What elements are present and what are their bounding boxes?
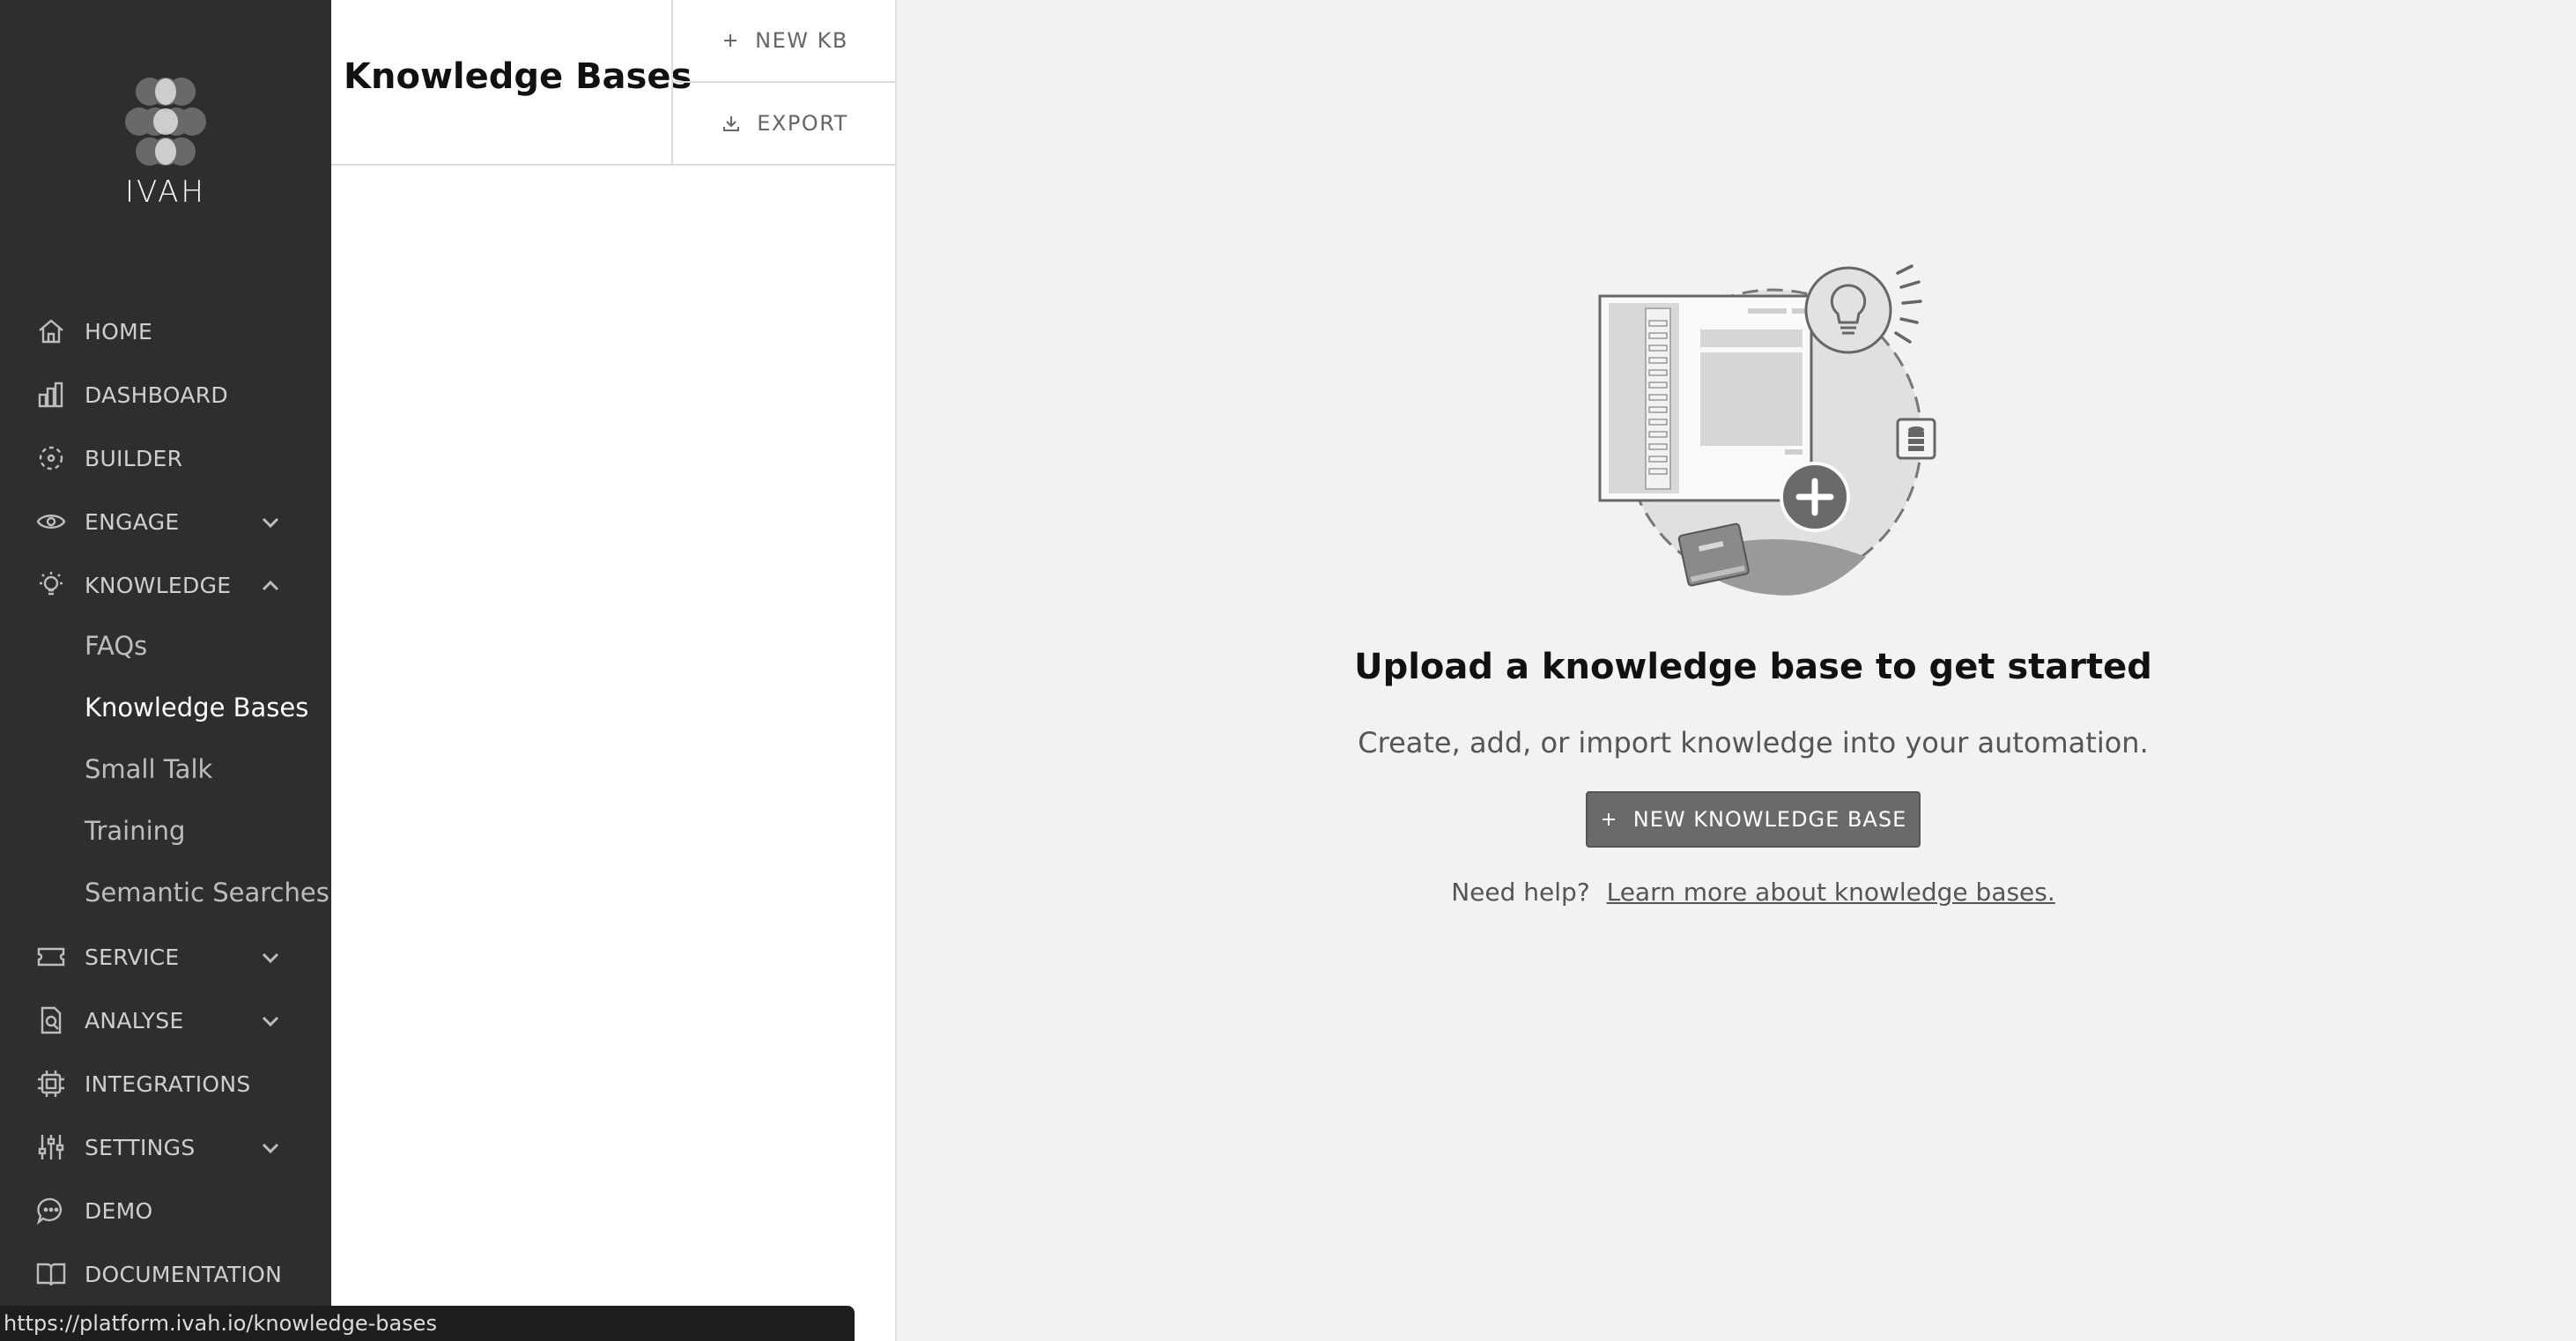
plus-icon (724, 34, 737, 47)
sidebar-item-settings[interactable]: SETTINGS (0, 1121, 331, 1174)
eye-icon (36, 515, 66, 529)
export-label: EXPORT (757, 111, 848, 136)
chip-icon (38, 1071, 64, 1097)
sidebar-subitem-faqs[interactable]: FAQs (85, 631, 147, 661)
new-knowledge-base-button[interactable]: NEW KNOWLEDGE BASE (1586, 791, 1921, 848)
sidebar-item-label: BUILDER (85, 445, 183, 471)
bar-chart-icon (38, 382, 63, 408)
sidebar-subitem-semantic-searches[interactable]: Semantic Searches (85, 878, 329, 908)
sidebar-item-label: KNOWLEDGE (85, 572, 232, 598)
lightbulb-icon (40, 572, 63, 596)
knowledge-base-illustration (1598, 264, 1936, 596)
builder-icon (39, 446, 63, 470)
sidebar-item-label: DASHBOARD (85, 382, 228, 408)
home-icon (39, 319, 63, 344)
ticket-icon (37, 947, 65, 967)
sidebar-item-label: SERVICE (85, 944, 180, 970)
empty-state: Upload a knowledge base to get started C… (897, 0, 2576, 1341)
sidebar-item-label: INTEGRATIONS (85, 1071, 251, 1097)
new-knowledge-base-label: NEW KNOWLEDGE BASE (1632, 807, 1907, 832)
sidebar-item-builder[interactable]: BUILDER (0, 432, 331, 485)
new-kb-button[interactable]: NEW KB (673, 0, 897, 81)
sidebar-item-documentation[interactable]: DOCUMENTATION (0, 1248, 331, 1300)
empty-state-subtitle: Create, add, or import knowledge into yo… (1358, 726, 2149, 759)
sidebar-item-engage[interactable]: ENGAGE (0, 495, 331, 548)
kb-list-panel: Knowledge Bases NEW KB EXPORT (331, 0, 897, 1341)
book-icon (36, 1263, 66, 1286)
sidebar-item-label: HOME (85, 318, 153, 345)
sidebar-item-label: ENGAGE (85, 508, 180, 535)
brand-logo[interactable]: IVAH (0, 70, 331, 220)
sidebar-item-dashboard[interactable]: DASHBOARD (0, 368, 331, 421)
sidebar-item-home[interactable]: HOME (0, 305, 331, 358)
chevron-down-icon (262, 952, 279, 964)
sidebar-item-label: SETTINGS (85, 1134, 196, 1160)
chat-icon (36, 1197, 63, 1226)
export-button[interactable]: EXPORT (673, 81, 897, 164)
sidebar-item-demo[interactable]: DEMO (0, 1184, 331, 1237)
browser-status-url: https://platform.ivah.io/knowledge-bases (0, 1306, 855, 1341)
sliders-icon (38, 1135, 64, 1159)
sidebar-item-label: DEMO (85, 1197, 153, 1224)
new-kb-label: NEW KB (755, 28, 848, 53)
help-prefix: Need help? (1451, 878, 1590, 907)
panel-header: Knowledge Bases NEW KB EXPORT (331, 0, 897, 166)
analyse-icon (41, 1006, 62, 1034)
chevron-down-icon (262, 517, 279, 529)
panel-actions: NEW KB EXPORT (671, 0, 897, 164)
learn-more-link[interactable]: Learn more about knowledge bases. (1607, 878, 2055, 907)
sidebar-subitem-training[interactable]: Training (85, 816, 185, 846)
download-icon (723, 116, 740, 131)
page-title: Knowledge Bases (344, 56, 692, 97)
sidebar-item-label: ANALYSE (85, 1007, 184, 1034)
sidebar-item-analyse[interactable]: ANALYSE (0, 994, 331, 1047)
sidebar-item-service[interactable]: SERVICE (0, 930, 331, 983)
sidebar-item-label: DOCUMENTATION (85, 1261, 283, 1287)
empty-state-title: Upload a knowledge base to get started (1354, 647, 2152, 687)
chevron-up-icon (262, 580, 279, 591)
sidebar-subitem-knowledge-bases[interactable]: Knowledge Bases (85, 693, 308, 722)
chevron-down-icon (262, 1016, 279, 1027)
sidebar-item-knowledge[interactable]: KNOWLEDGE (0, 559, 331, 611)
ivah-logo-icon (125, 78, 206, 166)
brand-name: IVAH (125, 174, 206, 210)
chevron-down-icon (262, 1143, 279, 1154)
plus-icon (1602, 813, 1615, 826)
sidebar-item-integrations[interactable]: INTEGRATIONS (0, 1057, 331, 1110)
sidebar-subitem-small-talk[interactable]: Small Talk (85, 754, 212, 784)
help-text: Need help? Learn more about knowledge ba… (897, 878, 2576, 907)
sidebar: IVAH HOME DASHBOARD BUILDER ENGAGE KNOWL… (0, 0, 331, 1341)
